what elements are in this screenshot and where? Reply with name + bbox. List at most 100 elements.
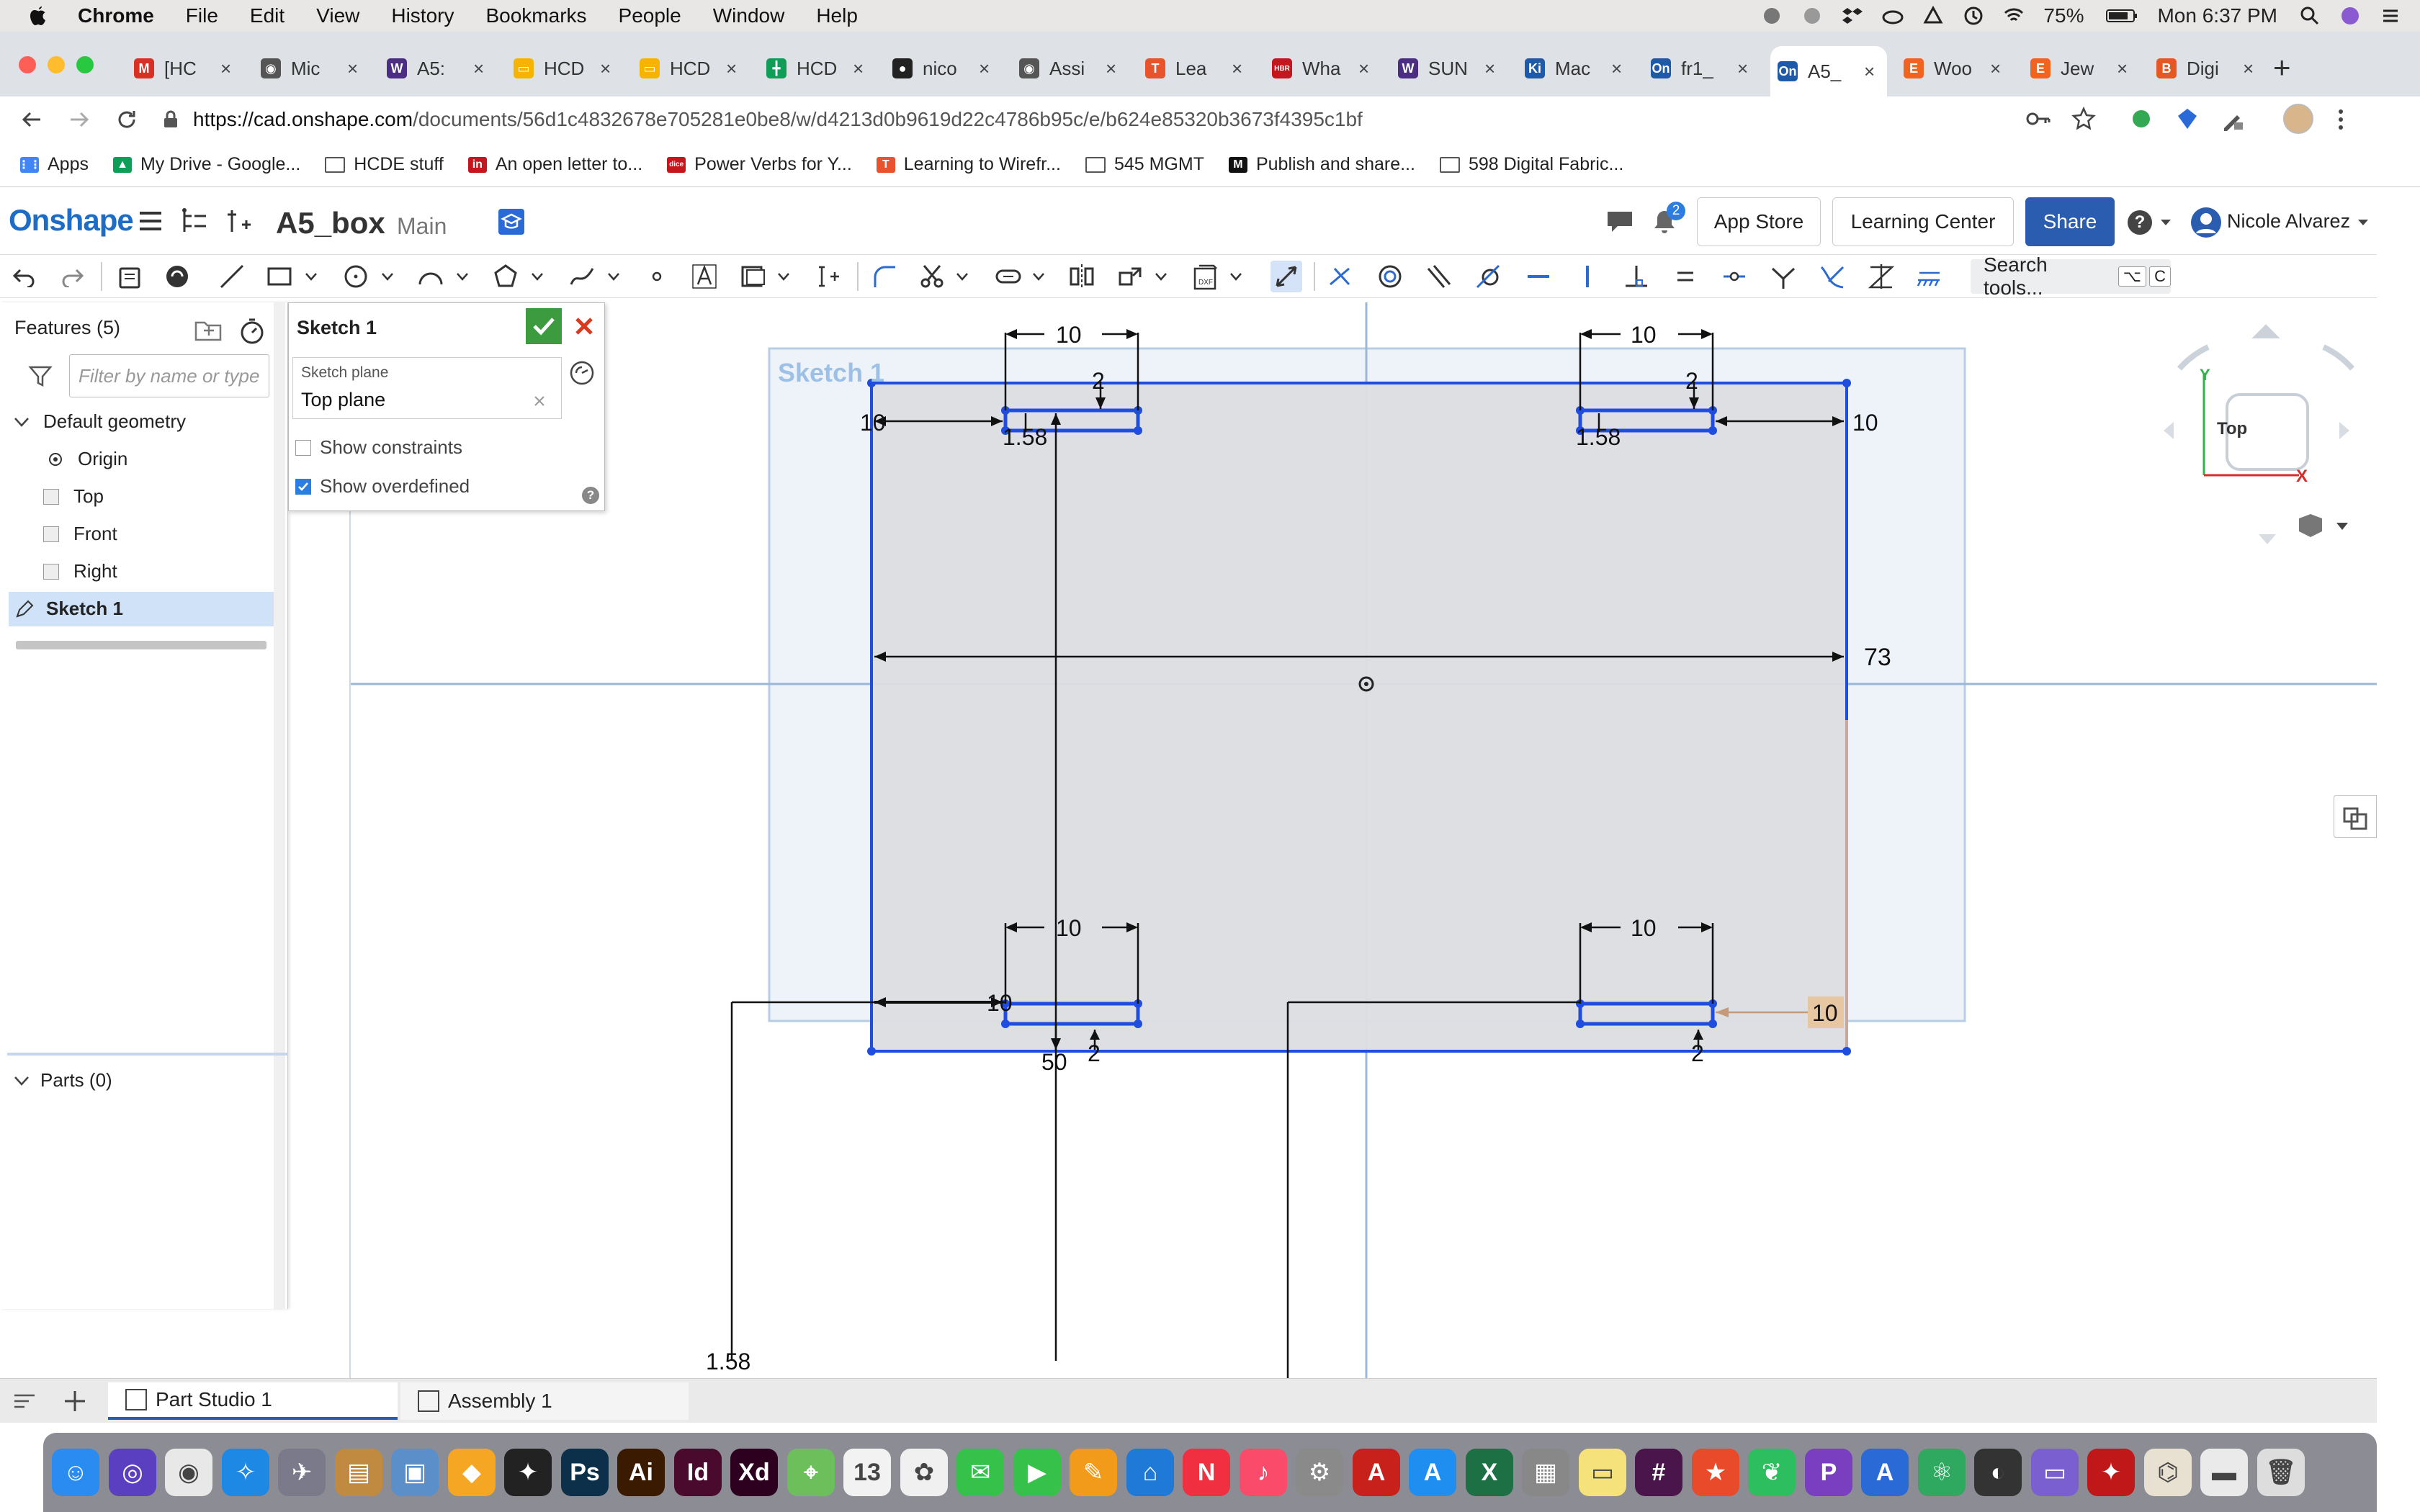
bookmark-item[interactable]: M Publish and share... bbox=[1228, 154, 1415, 175]
onshape-logo[interactable]: Onshape bbox=[9, 203, 134, 238]
branch-name[interactable]: Main bbox=[397, 213, 447, 240]
status-dot-icon[interactable] bbox=[1761, 5, 1783, 27]
system-prefs-icon[interactable]: ⚙ bbox=[1296, 1449, 1343, 1496]
add-tab-icon[interactable] bbox=[62, 1388, 88, 1414]
dim-right-offset[interactable]: 10 bbox=[1852, 410, 1878, 436]
maps-icon[interactable]: ⌖ bbox=[787, 1449, 835, 1496]
dropbox-icon[interactable] bbox=[1842, 5, 1863, 27]
forward-arrow-icon[interactable] bbox=[66, 107, 92, 132]
tab-close-icon[interactable]: × bbox=[1864, 60, 1875, 83]
figma-icon[interactable]: ✦ bbox=[504, 1449, 552, 1496]
producthunt-icon[interactable]: P bbox=[1805, 1449, 1852, 1496]
calendar-icon[interactable]: 13 bbox=[843, 1449, 891, 1496]
clipboard-icon[interactable] bbox=[114, 261, 145, 292]
tab-close-icon[interactable]: × bbox=[2243, 58, 2254, 80]
bookmark-item[interactable]: dice Power Verbs for Y... bbox=[667, 154, 852, 175]
insert-image-icon[interactable] bbox=[738, 261, 769, 292]
show-overdefined-box[interactable] bbox=[295, 478, 311, 495]
dim-top-right-width[interactable]: 10 bbox=[1631, 322, 1657, 348]
version-graph-icon[interactable] bbox=[180, 207, 209, 235]
comments-icon[interactable] bbox=[1605, 207, 1635, 235]
construction-dims-icon[interactable] bbox=[812, 261, 844, 292]
mirror-tool-icon[interactable] bbox=[1066, 261, 1098, 292]
parts-node[interactable]: Parts (0) bbox=[13, 1069, 112, 1092]
undo-icon[interactable] bbox=[9, 261, 40, 292]
dim-top-left-depth[interactable]: 1.58 bbox=[1003, 424, 1047, 450]
browser-tab[interactable]: ◉ Assi × bbox=[1012, 46, 1129, 91]
tab-close-icon[interactable]: × bbox=[1737, 58, 1748, 80]
perpendicular-constraint-icon[interactable] bbox=[1621, 261, 1652, 292]
trim-options-chevron-icon[interactable] bbox=[954, 261, 971, 292]
graduation-cap-icon[interactable] bbox=[497, 207, 526, 236]
browser-tab[interactable]: On A5_ × bbox=[1770, 46, 1887, 96]
chrome-icon[interactable]: ◉ bbox=[165, 1449, 212, 1496]
browser-tab[interactable]: Ki Mac × bbox=[1518, 46, 1634, 91]
notification-center-icon[interactable] bbox=[2380, 5, 2401, 27]
dim-bottom-right-offset[interactable]: 10 bbox=[1812, 1000, 1838, 1026]
chevron-down-icon[interactable] bbox=[2159, 217, 2172, 228]
user-name[interactable]: Nicole Alvarez bbox=[2227, 210, 2350, 233]
bookmark-item[interactable]: 545 MGMT bbox=[1085, 154, 1204, 175]
messages-icon[interactable]: ✉ bbox=[956, 1449, 1004, 1496]
clear-plane-icon[interactable] bbox=[533, 395, 546, 408]
dim-overall-width[interactable]: 73 bbox=[1864, 644, 1891, 671]
accept-sketch-button[interactable] bbox=[526, 308, 562, 344]
show-constraints-checkbox[interactable]: Show constraints bbox=[295, 436, 462, 459]
extension-pen-icon[interactable] bbox=[2220, 107, 2246, 132]
dim-top-left-width[interactable]: 10 bbox=[1056, 322, 1082, 348]
browser-tab[interactable]: HBR Wha × bbox=[1265, 46, 1381, 91]
show-constraints-box[interactable] bbox=[295, 439, 311, 456]
bookmark-item[interactable]: T Learning to Wirefr... bbox=[876, 154, 1061, 175]
spline-options-chevron-icon[interactable] bbox=[605, 261, 622, 292]
sketch-mode-icon[interactable] bbox=[161, 261, 193, 292]
menu-window[interactable]: Window bbox=[713, 4, 785, 27]
tab-close-icon[interactable]: × bbox=[600, 58, 611, 80]
tree-item-sketch-1[interactable]: Sketch 1 bbox=[14, 598, 123, 620]
wallet-icon[interactable]: ▭ bbox=[2031, 1449, 2079, 1496]
keynote-icon[interactable]: ⌂ bbox=[1126, 1449, 1174, 1496]
tree-item-origin[interactable]: Origin bbox=[48, 448, 127, 470]
creative-cloud-icon[interactable] bbox=[1882, 5, 1904, 27]
feature-filter-input[interactable]: Filter by name or type bbox=[69, 354, 269, 397]
fix-constraint-icon[interactable] bbox=[1913, 261, 1945, 292]
tree-item-front[interactable]: Front bbox=[43, 523, 117, 545]
tab-close-icon[interactable]: × bbox=[347, 58, 358, 80]
tab-close-icon[interactable]: × bbox=[1358, 58, 1369, 80]
tab-close-icon[interactable]: × bbox=[853, 58, 864, 80]
slot-options-chevron-icon[interactable] bbox=[1030, 261, 1047, 292]
testflight-icon[interactable]: A bbox=[1861, 1449, 1909, 1496]
wifi-icon[interactable] bbox=[2003, 5, 2025, 27]
equal-constraint-icon[interactable] bbox=[1670, 261, 1701, 292]
dim-bottom-right-width[interactable]: 10 bbox=[1631, 915, 1657, 941]
xd-icon[interactable]: Xd bbox=[730, 1449, 778, 1496]
atom-icon[interactable]: ⚛ bbox=[1918, 1449, 1966, 1496]
menu-clock[interactable]: Mon 6:37 PM bbox=[2157, 4, 2277, 27]
siri-menu-icon[interactable] bbox=[2339, 5, 2361, 27]
pages-icon[interactable]: ✎ bbox=[1070, 1449, 1117, 1496]
rectangle-tool-icon[interactable] bbox=[264, 261, 295, 292]
tangent-constraint-icon[interactable] bbox=[1472, 261, 1504, 292]
browser-tab[interactable]: On fr1_ × bbox=[1644, 46, 1760, 91]
feature-list-scrollbar[interactable] bbox=[16, 641, 266, 649]
menu-app-name[interactable]: Chrome bbox=[78, 4, 154, 27]
tab-close-icon[interactable]: × bbox=[979, 58, 990, 80]
news-icon[interactable]: N bbox=[1183, 1449, 1230, 1496]
graphics-panel-toggle[interactable] bbox=[2334, 795, 2377, 838]
menu-people[interactable]: People bbox=[619, 4, 681, 27]
bookmark-star-icon[interactable] bbox=[2071, 107, 2096, 131]
point-tool-icon[interactable] bbox=[641, 261, 673, 292]
document-name[interactable]: A5_box bbox=[276, 206, 385, 240]
facetime-icon[interactable]: ▶ bbox=[1013, 1449, 1061, 1496]
time-machine-icon[interactable] bbox=[1963, 5, 1984, 27]
browser-tab[interactable]: ◉ Mic × bbox=[254, 46, 370, 91]
status-dot-2-icon[interactable] bbox=[1801, 5, 1823, 27]
menu-bookmarks[interactable]: Bookmarks bbox=[485, 4, 586, 27]
tab-assembly-1[interactable]: Assembly 1 bbox=[400, 1382, 689, 1420]
tab-close-icon[interactable]: × bbox=[1990, 58, 2001, 80]
browser-tab[interactable]: W SUN × bbox=[1391, 46, 1507, 91]
tab-list-icon[interactable] bbox=[12, 1390, 37, 1411]
dim-bottom-height-left[interactable]: 2 bbox=[1088, 1040, 1101, 1066]
drive-sync-icon[interactable] bbox=[1922, 5, 1944, 27]
spotlight-search-icon[interactable] bbox=[2299, 5, 2321, 27]
filter-funnel-icon[interactable] bbox=[27, 363, 53, 389]
